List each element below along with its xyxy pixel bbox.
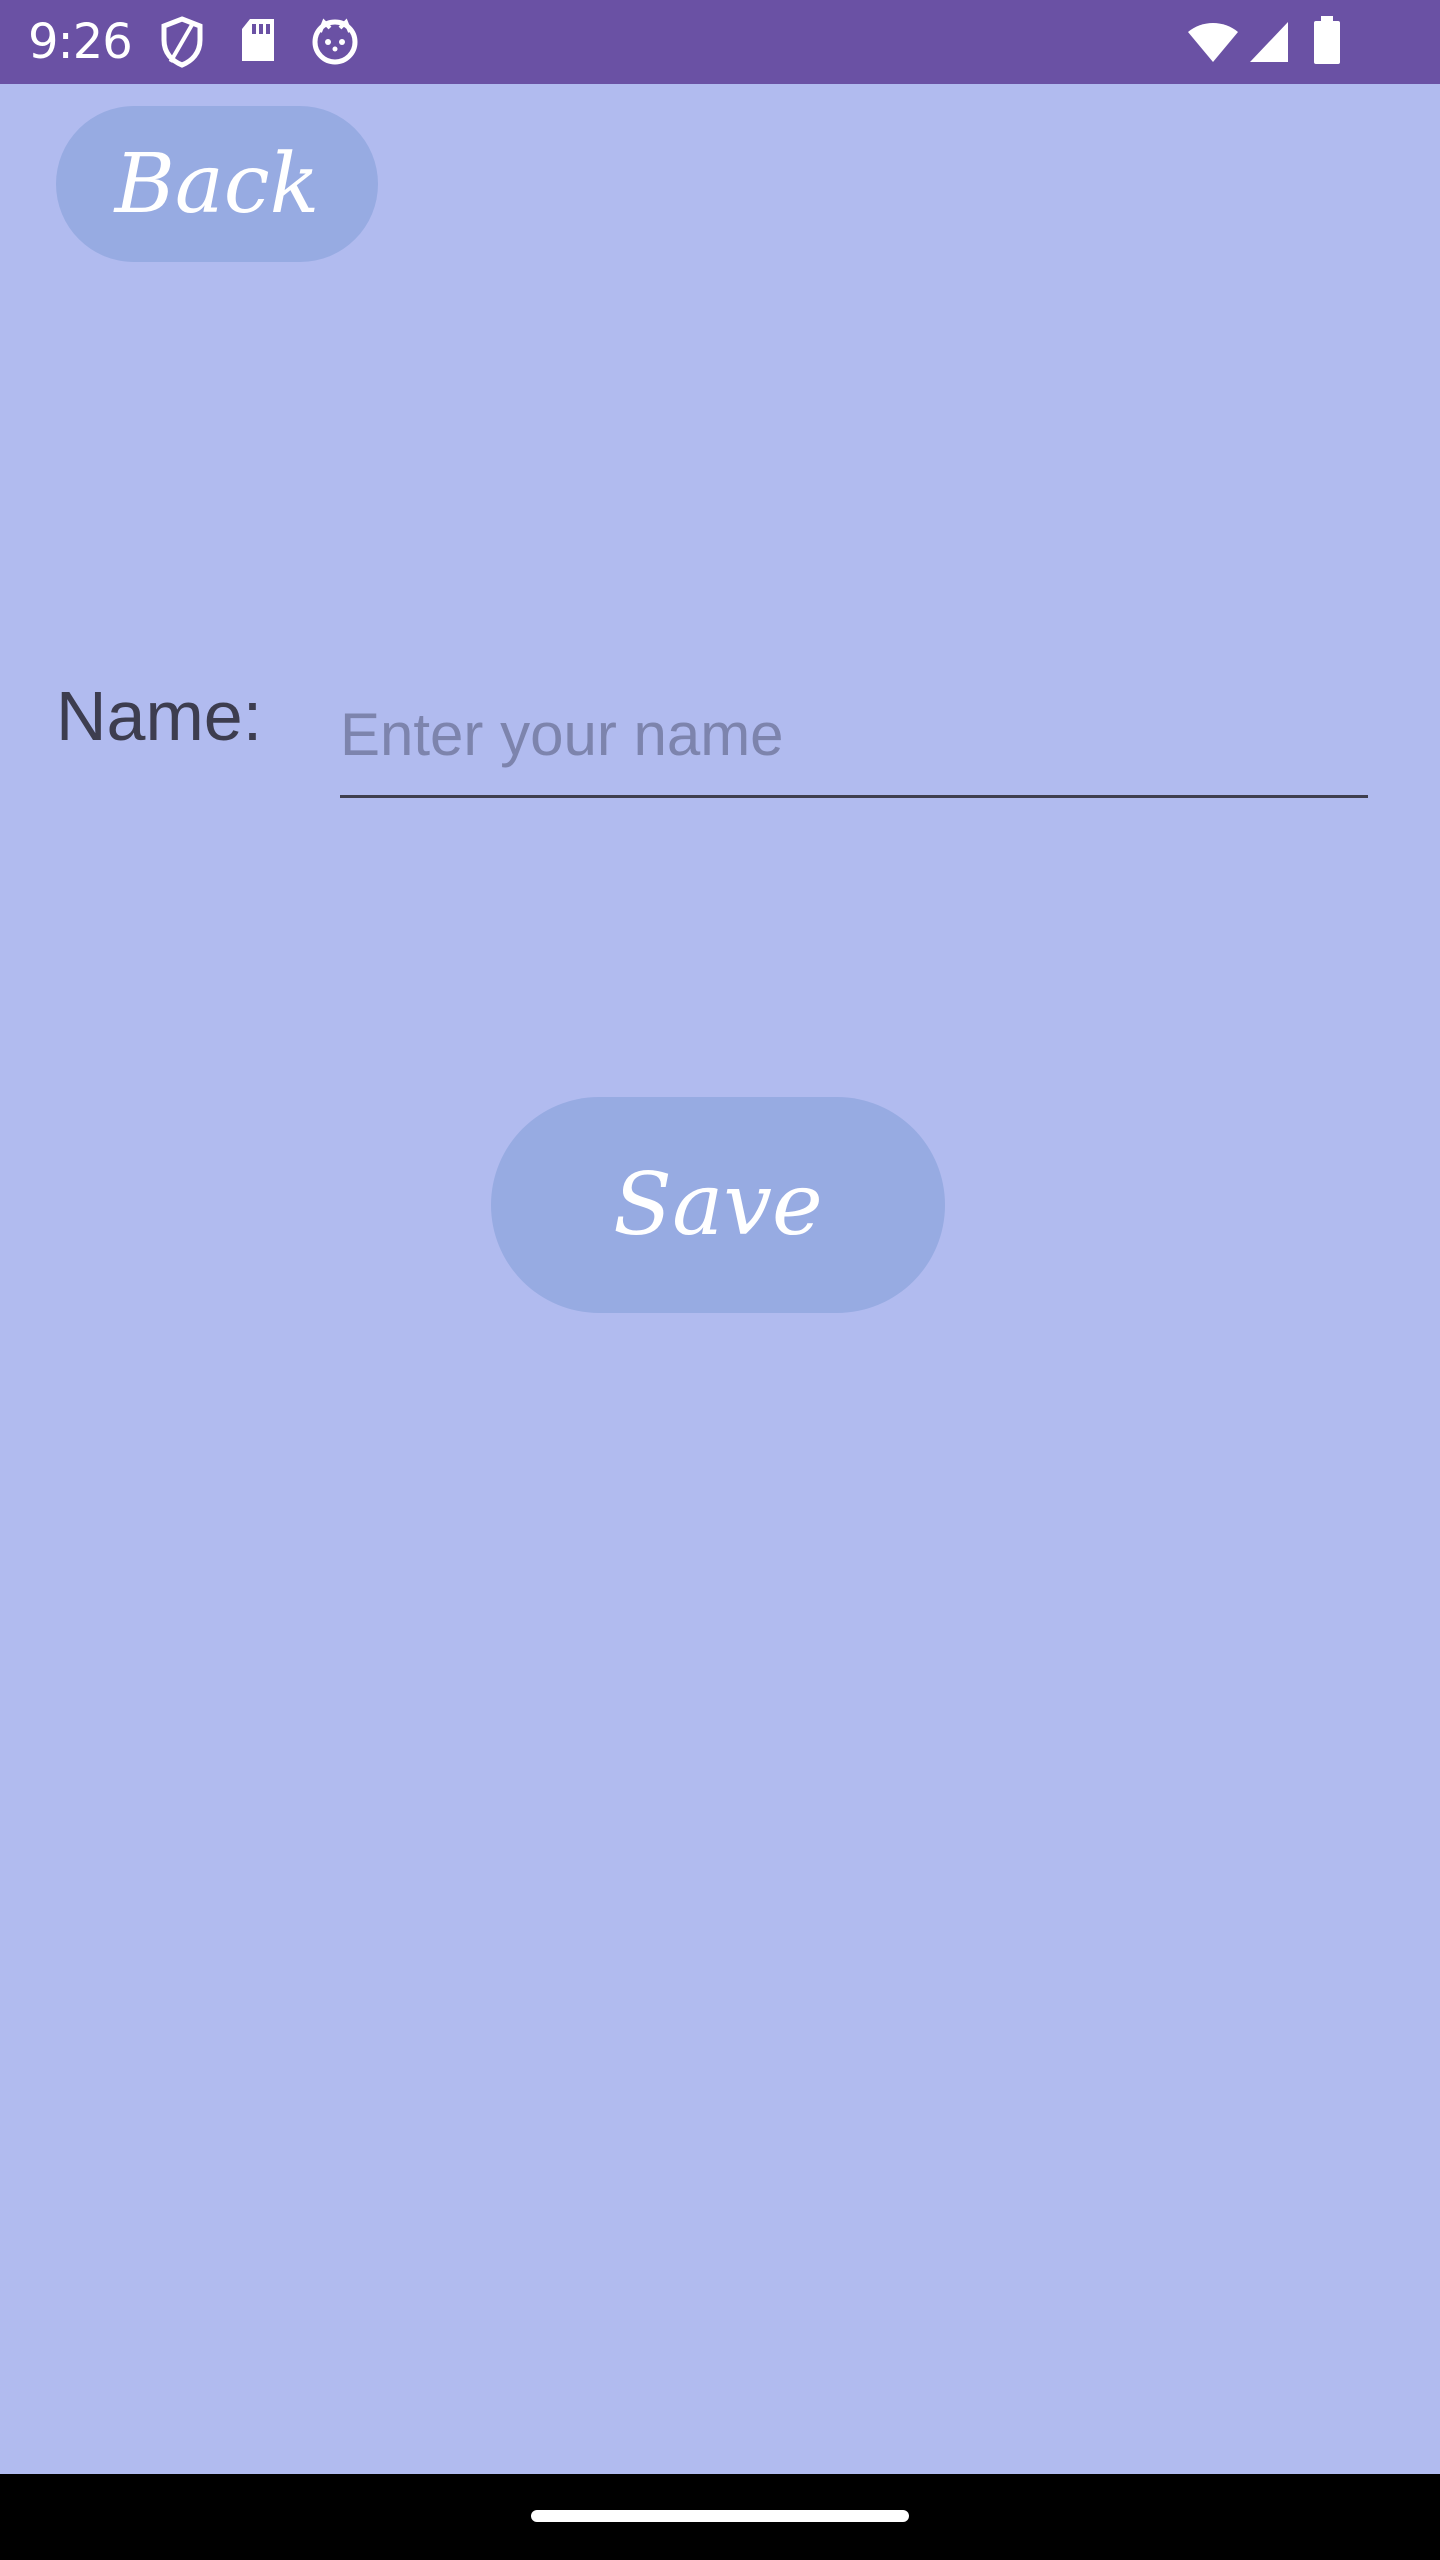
- save-button[interactable]: Save: [491, 1097, 945, 1313]
- status-bar: 9:26: [0, 0, 1440, 84]
- cat-face-icon: [310, 16, 360, 71]
- status-time: 9:26: [28, 14, 133, 70]
- home-indicator[interactable]: [531, 2510, 909, 2522]
- name-field: [340, 674, 1368, 798]
- shield-icon: [160, 16, 204, 73]
- battery-icon: [1312, 14, 1342, 71]
- name-label: Name:: [56, 677, 263, 755]
- save-button-label: Save: [613, 1155, 823, 1255]
- name-input[interactable]: [340, 674, 1368, 795]
- profile-screen: Back Name: Save: [0, 84, 1440, 2474]
- back-button-label: Back: [114, 136, 320, 232]
- sd-card-icon: [238, 16, 278, 69]
- wifi-icon: [1186, 20, 1240, 69]
- back-button[interactable]: Back: [56, 106, 378, 262]
- cell-signal-icon: [1248, 20, 1290, 69]
